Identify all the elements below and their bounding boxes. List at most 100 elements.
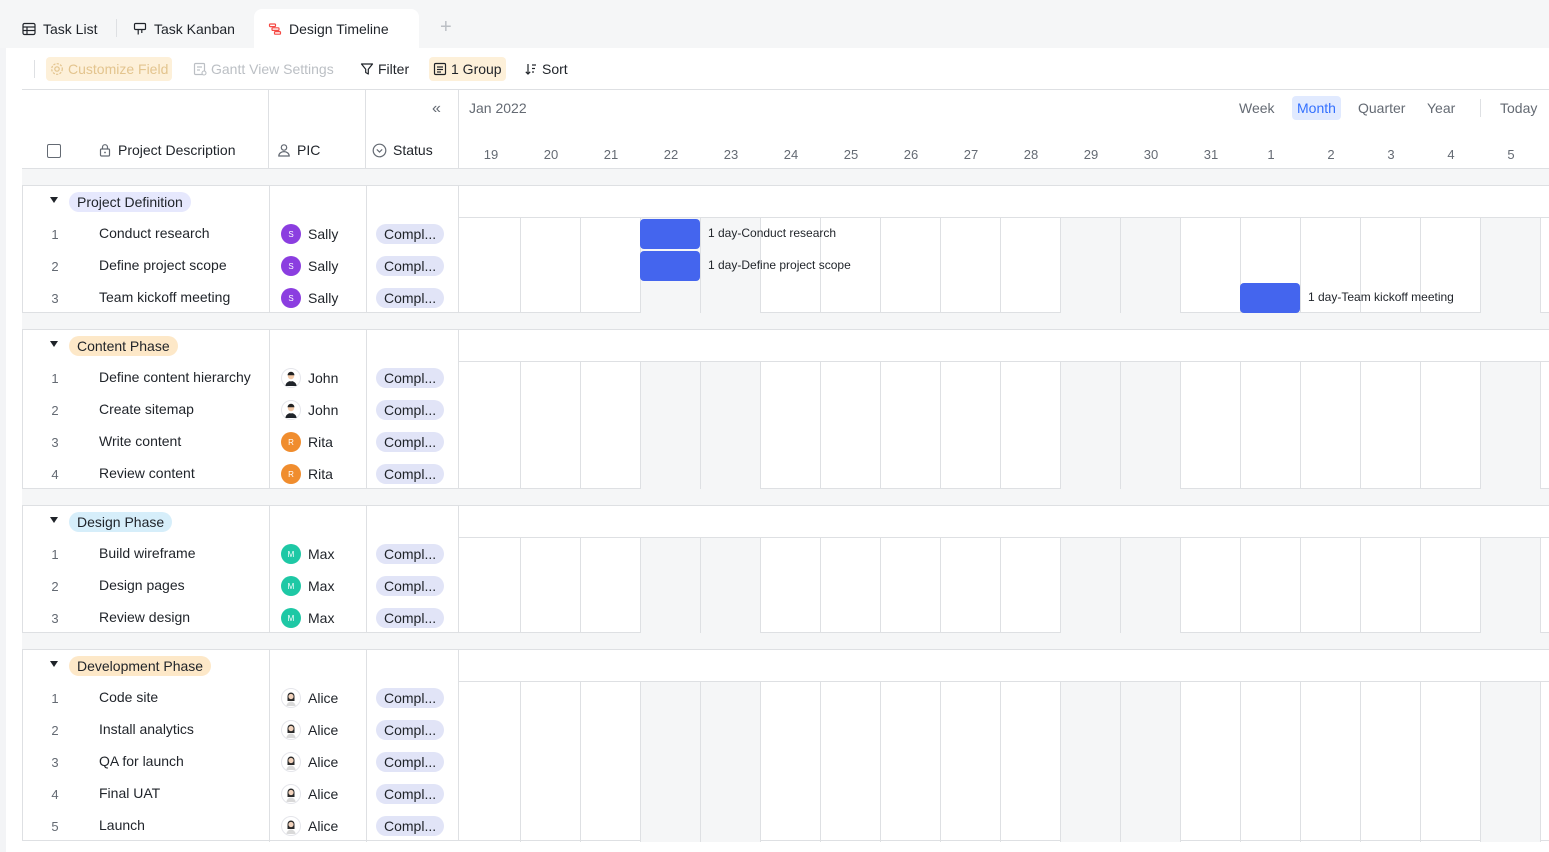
table-row[interactable]: 3 QA for launch Alice Compl...: [23, 746, 459, 778]
task-name[interactable]: Build wireframe: [99, 545, 195, 561]
day-label: 26: [903, 147, 919, 162]
pic-cell[interactable]: Alice: [281, 688, 338, 708]
customize-field-button[interactable]: Customize Field: [46, 57, 173, 81]
table-row[interactable]: 1 Code site Alice Compl...: [23, 682, 459, 714]
task-name[interactable]: Team kickoff meeting: [99, 289, 230, 305]
day-column: [821, 362, 881, 490]
group-timeline-header: [459, 650, 1549, 682]
table-row[interactable]: 4 Review content R Rita Compl...: [23, 458, 459, 490]
status-badge[interactable]: Compl...: [376, 816, 445, 836]
pic-cell[interactable]: S Sally: [281, 288, 338, 308]
group-header[interactable]: Project Definition: [23, 186, 459, 218]
today-button[interactable]: Today: [1495, 96, 1542, 120]
task-name[interactable]: QA for launch: [99, 753, 184, 769]
status-badge[interactable]: Compl...: [376, 368, 445, 388]
pic-cell[interactable]: M Max: [281, 608, 334, 628]
zoom-quarter-button[interactable]: Quarter: [1353, 96, 1410, 120]
pic-cell[interactable]: S Sally: [281, 256, 338, 276]
status-badge[interactable]: Compl...: [376, 608, 445, 628]
filter-button[interactable]: Filter: [356, 57, 413, 81]
tab-design-timeline[interactable]: Design Timeline: [254, 9, 419, 48]
group-label: 1 Group: [451, 61, 502, 77]
task-name[interactable]: Code site: [99, 689, 158, 705]
task-name[interactable]: Write content: [99, 433, 181, 449]
add-view-button[interactable]: +: [440, 17, 452, 37]
table-row[interactable]: 2 Design pages M Max Compl...: [23, 570, 459, 602]
pic-cell[interactable]: John: [281, 400, 338, 420]
status-badge[interactable]: Compl...: [376, 576, 445, 596]
task-name[interactable]: Define project scope: [99, 257, 227, 273]
gantt-view-settings-button[interactable]: Gantt View Settings: [189, 57, 338, 81]
column-header-description[interactable]: Project Description: [98, 142, 236, 158]
pic-cell[interactable]: Alice: [281, 816, 338, 836]
tab-task-kanban[interactable]: Task Kanban: [119, 9, 249, 48]
task-name[interactable]: Design pages: [99, 577, 185, 593]
avatar: [281, 720, 301, 740]
table-row[interactable]: 4 Final UAT Alice Compl...: [23, 778, 459, 810]
task-name[interactable]: Final UAT: [99, 785, 160, 801]
status-badge[interactable]: Compl...: [376, 288, 445, 308]
caret-down-icon[interactable]: [50, 197, 58, 203]
tab-label: Design Timeline: [289, 20, 389, 37]
day-column: [761, 362, 821, 490]
status-badge[interactable]: Compl...: [376, 432, 445, 452]
caret-down-icon[interactable]: [50, 341, 58, 347]
table-row[interactable]: 3 Team kickoff meeting S Sally Compl...: [23, 282, 459, 314]
table-row[interactable]: 1 Define content hierarchy John Compl...: [23, 362, 459, 394]
tab-task-list[interactable]: Task List: [8, 9, 111, 48]
zoom-month-button[interactable]: Month: [1292, 96, 1341, 120]
group-header[interactable]: Content Phase: [23, 330, 459, 362]
toolbar: Customize Field Gantt View Settings Filt…: [6, 48, 1549, 90]
task-name[interactable]: Review content: [99, 465, 195, 481]
pic-cell[interactable]: Alice: [281, 784, 338, 804]
caret-down-icon[interactable]: [50, 661, 58, 667]
group-header[interactable]: Design Phase: [23, 506, 459, 538]
zoom-year-button[interactable]: Year: [1422, 96, 1460, 120]
group-header[interactable]: Development Phase: [23, 650, 459, 682]
task-name[interactable]: Launch: [99, 817, 145, 833]
table-row[interactable]: 1 Build wireframe M Max Compl...: [23, 538, 459, 570]
pic-cell[interactable]: M Max: [281, 576, 334, 596]
status-badge[interactable]: Compl...: [376, 400, 445, 420]
task-name[interactable]: Create sitemap: [99, 401, 194, 417]
caret-down-icon[interactable]: [50, 517, 58, 523]
pic-cell[interactable]: John: [281, 368, 338, 388]
pic-cell[interactable]: R Rita: [281, 464, 333, 484]
pic-cell[interactable]: Alice: [281, 752, 338, 772]
task-name[interactable]: Install analytics: [99, 721, 194, 737]
task-name[interactable]: Conduct research: [99, 225, 210, 241]
gantt-bar[interactable]: [640, 251, 700, 281]
gantt-bar[interactable]: [1240, 283, 1300, 313]
status-badge[interactable]: Compl...: [376, 544, 445, 564]
table-row[interactable]: 3 Write content R Rita Compl...: [23, 426, 459, 458]
status-badge[interactable]: Compl...: [376, 784, 445, 804]
status-badge[interactable]: Compl...: [376, 464, 445, 484]
table-row[interactable]: 5 Launch Alice Compl...: [23, 810, 459, 842]
column-header-status[interactable]: Status: [372, 142, 433, 158]
table-row[interactable]: 2 Define project scope S Sally Compl...: [23, 250, 459, 282]
group-button[interactable]: 1 Group: [429, 57, 506, 81]
pic-cell[interactable]: Alice: [281, 720, 338, 740]
task-name[interactable]: Define content hierarchy: [99, 369, 251, 385]
select-all-checkbox[interactable]: [47, 144, 61, 158]
table-row[interactable]: 2 Install analytics Alice Compl...: [23, 714, 459, 746]
collapse-panel-icon[interactable]: «: [432, 100, 441, 118]
gantt-bar[interactable]: [640, 219, 700, 249]
pic-cell[interactable]: S Sally: [281, 224, 338, 244]
pic-cell[interactable]: R Rita: [281, 432, 333, 452]
status-badge[interactable]: Compl...: [376, 720, 445, 740]
status-badge[interactable]: Compl...: [376, 752, 445, 772]
task-name[interactable]: Review design: [99, 609, 190, 625]
row-number: 3: [51, 755, 59, 770]
table-row[interactable]: 2 Create sitemap John Compl...: [23, 394, 459, 426]
group-section: Content Phase 1 Define content hierarchy Jo…: [22, 329, 1549, 490]
sort-button[interactable]: Sort: [520, 57, 572, 81]
status-badge[interactable]: Compl...: [376, 688, 445, 708]
pic-cell[interactable]: M Max: [281, 544, 334, 564]
column-header-pic[interactable]: PIC: [277, 142, 320, 158]
status-badge[interactable]: Compl...: [376, 224, 445, 244]
status-badge[interactable]: Compl...: [376, 256, 445, 276]
table-row[interactable]: 3 Review design M Max Compl...: [23, 602, 459, 634]
table-row[interactable]: 1 Conduct research S Sally Compl...: [23, 218, 459, 250]
zoom-week-button[interactable]: Week: [1234, 96, 1280, 120]
